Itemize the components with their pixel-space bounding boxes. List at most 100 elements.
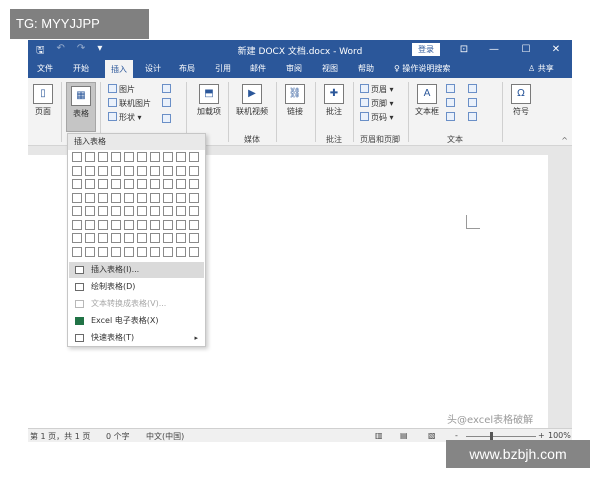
table-grid-cell[interactable] <box>124 219 134 230</box>
online-video-button[interactable]: ▶ 联机视频 <box>232 84 272 117</box>
table-grid-cell[interactable] <box>189 233 199 243</box>
pages-button[interactable]: ▯ 页面 <box>30 84 56 117</box>
table-grid-cell[interactable] <box>111 246 121 257</box>
table-grid-cell[interactable] <box>189 192 199 203</box>
tab-mailings[interactable]: 邮件 <box>245 60 271 78</box>
table-grid-cell[interactable] <box>150 179 160 189</box>
table-grid-cell[interactable] <box>85 165 95 176</box>
table-grid-cell[interactable] <box>124 179 134 189</box>
table-grid-cell[interactable] <box>163 219 173 230</box>
table-grid-cell[interactable] <box>189 206 199 216</box>
tab-home[interactable]: 开始 <box>68 60 94 78</box>
chart-button[interactable] <box>162 98 173 108</box>
footer-button[interactable]: 页脚 ▾ <box>360 98 394 109</box>
table-grid-cell[interactable] <box>163 152 173 162</box>
tab-insert[interactable]: 插入 <box>105 60 133 78</box>
wordart-button[interactable] <box>446 98 457 108</box>
tell-me-search[interactable]: ♀ 操作说明搜索 <box>394 60 450 78</box>
table-grid-cell[interactable] <box>111 152 121 162</box>
screenshot-button[interactable] <box>162 114 173 124</box>
icons-button[interactable] <box>162 84 173 94</box>
table-grid-cell[interactable] <box>98 246 108 257</box>
table-grid-cell[interactable] <box>98 179 108 189</box>
table-grid-cell[interactable] <box>72 246 82 257</box>
table-grid-cell[interactable] <box>85 219 95 230</box>
table-grid-cell[interactable] <box>189 165 199 176</box>
table-grid-cell[interactable] <box>163 192 173 203</box>
excel-spreadsheet-item[interactable]: Excel 电子表格(X) <box>69 313 204 329</box>
table-grid-cell[interactable] <box>176 165 186 176</box>
table-grid-cell[interactable] <box>189 219 199 230</box>
shapes-button[interactable]: 形状 ▾ <box>108 112 142 123</box>
online-pictures-button[interactable]: 联机图片 <box>108 98 151 109</box>
table-grid-cell[interactable] <box>137 165 147 176</box>
table-grid-cell[interactable] <box>85 179 95 189</box>
zoom-slider[interactable] <box>466 436 536 437</box>
table-button[interactable]: ▦ 表格 <box>66 82 96 132</box>
table-grid-cell[interactable] <box>85 192 95 203</box>
zoom-level[interactable]: 100% <box>548 431 571 440</box>
table-grid-cell[interactable] <box>72 165 82 176</box>
table-grid-cell[interactable] <box>176 219 186 230</box>
table-grid-cell[interactable] <box>98 233 108 243</box>
table-grid-cell[interactable] <box>124 233 134 243</box>
table-grid-cell[interactable] <box>150 152 160 162</box>
table-grid-cell[interactable] <box>111 192 121 203</box>
table-grid-cell[interactable] <box>150 192 160 203</box>
table-grid-cell[interactable] <box>137 192 147 203</box>
collapse-ribbon-icon[interactable]: ^ <box>561 136 568 145</box>
table-grid-cell[interactable] <box>137 152 147 162</box>
comment-button[interactable]: ✚ 批注 <box>319 84 349 117</box>
table-grid-cell[interactable] <box>72 219 82 230</box>
quick-tables-item[interactable]: 快速表格(T) ▸ <box>69 330 204 346</box>
table-grid-cell[interactable] <box>124 165 134 176</box>
table-grid-cell[interactable] <box>98 206 108 216</box>
table-grid-cell[interactable] <box>137 206 147 216</box>
tab-references[interactable]: 引用 <box>210 60 236 78</box>
zoom-in-button[interactable]: + <box>538 431 545 440</box>
date-time-button[interactable] <box>468 98 479 108</box>
table-grid-cell[interactable] <box>111 233 121 243</box>
table-grid-cell[interactable] <box>72 179 82 189</box>
quick-parts-button[interactable] <box>446 84 457 94</box>
table-grid-cell[interactable] <box>111 165 121 176</box>
table-grid-cell[interactable] <box>176 192 186 203</box>
header-button[interactable]: 页眉 ▾ <box>360 84 394 95</box>
table-grid-cell[interactable] <box>163 233 173 243</box>
table-grid-cell[interactable] <box>176 233 186 243</box>
word-count[interactable]: 0 个字 <box>106 431 130 442</box>
table-grid-cell[interactable] <box>72 233 82 243</box>
table-grid-cell[interactable] <box>98 192 108 203</box>
login-button[interactable]: 登录 <box>412 43 440 56</box>
table-grid-cell[interactable] <box>124 152 134 162</box>
table-grid-cell[interactable] <box>189 152 199 162</box>
table-grid-cell[interactable] <box>72 206 82 216</box>
language-indicator[interactable]: 中文(中国) <box>146 431 184 442</box>
table-grid-cell[interactable] <box>163 246 173 257</box>
table-grid-cell[interactable] <box>98 165 108 176</box>
page-number-button[interactable]: 页码 ▾ <box>360 112 394 123</box>
table-grid-cell[interactable] <box>85 206 95 216</box>
tab-help[interactable]: 帮助 <box>353 60 379 78</box>
table-grid-cell[interactable] <box>189 246 199 257</box>
table-grid-cell[interactable] <box>85 152 95 162</box>
table-grid-cell[interactable] <box>150 233 160 243</box>
share-button[interactable]: ♙ 共享 <box>528 60 554 78</box>
table-grid-cell[interactable] <box>124 206 134 216</box>
table-grid-cell[interactable] <box>163 165 173 176</box>
zoom-out-button[interactable]: - <box>455 431 458 440</box>
table-grid-cell[interactable] <box>176 179 186 189</box>
drop-cap-button[interactable] <box>446 112 457 122</box>
insert-table-dialog-item[interactable]: 插入表格(I)... <box>69 262 204 278</box>
table-grid-cell[interactable] <box>163 179 173 189</box>
ribbon-display-options-icon[interactable]: ⊡ <box>456 42 472 57</box>
addins-button[interactable]: ⬒ 加载项 <box>194 84 224 117</box>
tab-review[interactable]: 审阅 <box>281 60 307 78</box>
table-grid-cell[interactable] <box>150 246 160 257</box>
table-grid-cell[interactable] <box>176 206 186 216</box>
table-grid-cell[interactable] <box>85 233 95 243</box>
table-grid-cell[interactable] <box>98 152 108 162</box>
zoom-slider-thumb[interactable] <box>490 432 493 440</box>
table-grid-cell[interactable] <box>98 219 108 230</box>
close-button[interactable]: ✕ <box>548 42 564 57</box>
